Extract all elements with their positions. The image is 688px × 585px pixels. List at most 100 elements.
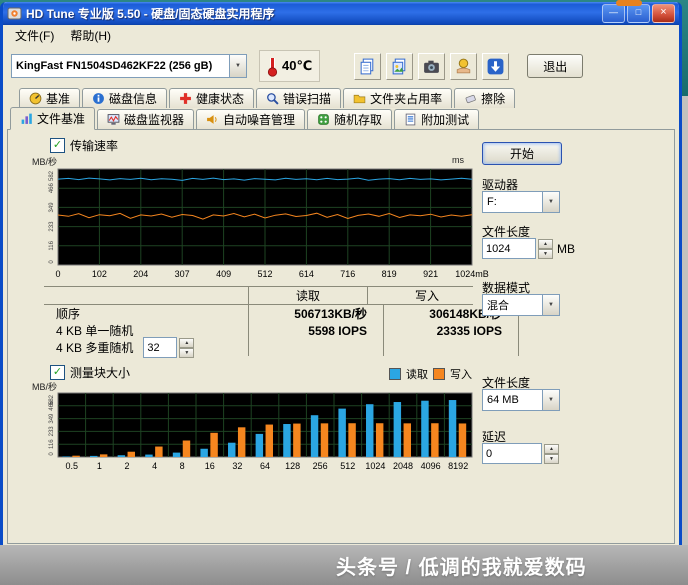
tab-row-1: 基准 磁盘信息 健康状态 错误扫描 文件夹占用率 擦除 <box>3 87 679 108</box>
chevron-down-icon[interactable]: ▼ <box>229 55 246 77</box>
tab-benchmark[interactable]: 基准 <box>19 88 81 108</box>
update-download-button[interactable] <box>482 52 510 80</box>
y-axis-unit-label: MB/秒 <box>32 157 58 167</box>
read-column-header: 读取 <box>248 287 367 304</box>
minimize-button[interactable]: — <box>602 4 625 23</box>
transfer-rate-chart: 0116233349466582 <box>49 168 473 266</box>
close-button[interactable]: × <box>652 4 675 23</box>
tab-folder-usage[interactable]: 文件夹占用率 <box>343 88 453 108</box>
svg-text:466: 466 <box>49 182 55 193</box>
exit-button[interactable]: 退出 <box>527 54 584 78</box>
write-column-header: 写入 <box>367 287 487 304</box>
queue-depth-input[interactable] <box>143 337 178 358</box>
spinner-down-icon[interactable]: ▼ <box>538 249 553 259</box>
disk-monitor-icon <box>107 114 120 125</box>
tab-erase[interactable]: 擦除 <box>454 88 516 108</box>
right-axis-unit-label: ms <box>452 155 464 165</box>
dice-icon <box>318 114 329 125</box>
file-length-unit: MB <box>557 241 575 256</box>
write-legend-label: 写入 <box>450 369 472 381</box>
download-arrow-icon <box>487 58 504 74</box>
delay-spinner[interactable]: ▲ ▼ <box>482 443 559 464</box>
block-size-checkbox[interactable]: ✓ 测量块大小 <box>50 364 130 381</box>
checklist-icon <box>405 113 416 126</box>
tab-file-benchmark[interactable]: 文件基准 <box>10 107 96 130</box>
table-row: 顺序 506713KB/秒 306148KB/秒 <box>44 305 519 322</box>
health-cross-icon <box>180 93 191 104</box>
drive-select-value: KingFast FN1504SD462KF22 (256 gB) <box>16 60 213 72</box>
svg-text:233: 233 <box>49 426 55 437</box>
chart-legend: 读取 写入 <box>308 366 472 382</box>
drive-dropdown[interactable]: F: ▼ <box>482 191 560 213</box>
watermark-bar: 头条号 / 低调的我就爱数码 <box>0 545 688 585</box>
screenshot-button[interactable] <box>418 52 446 80</box>
copy-image-button[interactable] <box>386 52 414 80</box>
camera-icon <box>424 60 440 73</box>
read-legend-swatch <box>389 368 401 380</box>
copy-pages-icon <box>360 58 374 74</box>
tab-disk-monitor[interactable]: 磁盘监视器 <box>97 109 195 129</box>
chevron-down-icon[interactable]: ▼ <box>542 192 559 212</box>
start-button[interactable]: 开始 <box>482 142 562 165</box>
spinner-down-icon[interactable]: ▼ <box>544 454 559 464</box>
eraser-icon <box>465 94 476 104</box>
svg-text:349: 349 <box>49 202 55 213</box>
file-length-spinner[interactable]: ▲ ▼ MB <box>482 238 575 259</box>
transfer-rate-checkbox[interactable]: ✓ 传输速率 <box>50 137 118 154</box>
menubar: 文件(F) 帮助(H) <box>3 25 679 45</box>
copy-text-button[interactable] <box>354 52 382 80</box>
titlebar: HD Tune 专业版 5.50 - 硬盘/固态硬盘实用程序 — □ × <box>3 2 679 25</box>
svg-text:0: 0 <box>49 260 55 264</box>
thermometer-icon <box>267 58 278 77</box>
check-icon: ✓ <box>50 138 65 153</box>
spinner-down-icon[interactable]: ▼ <box>179 348 195 358</box>
toolbar: KingFast FN1504SD462KF22 (256 gB) ▼ 40℃ <box>3 45 679 87</box>
tab-aam[interactable]: 自动噪音管理 <box>196 109 306 129</box>
svg-text:582: 582 <box>49 394 55 405</box>
menu-help[interactable]: 帮助(H) <box>62 25 119 46</box>
drive-select[interactable]: KingFast FN1504SD462KF22 (256 gB) ▼ <box>11 54 247 78</box>
svg-text:0: 0 <box>49 452 55 456</box>
transfer-rate-chart-xticks: 0 102 204 307 409 512 614 716 819 921 1024mB <box>55 269 489 279</box>
table-row: 4 KB 多重随机 ▲ ▼ <box>44 337 519 358</box>
chevron-down-icon[interactable]: ▼ <box>542 390 559 410</box>
donate-button[interactable] <box>450 52 478 80</box>
tab-health[interactable]: 健康状态 <box>169 88 255 108</box>
file-length-input[interactable] <box>482 238 536 259</box>
delay-input[interactable] <box>482 443 542 464</box>
svg-text:116: 116 <box>49 439 55 449</box>
temperature-value: 40℃ <box>282 58 313 73</box>
tab-random-access[interactable]: 随机存取 <box>307 109 393 129</box>
svg-text:582: 582 <box>49 170 55 181</box>
app-icon <box>7 7 22 20</box>
disk-info-icon <box>93 93 104 104</box>
results-table: 读取 写入 顺序 506713KB/秒 306148KB/秒 4 KB 单一随机… <box>44 286 519 358</box>
data-mode-dropdown[interactable]: 混合 ▼ <box>482 294 560 316</box>
read-legend-label: 读取 <box>406 369 428 381</box>
hand-coin-icon <box>457 58 471 73</box>
tab-disk-info[interactable]: 磁盘信息 <box>82 88 168 108</box>
block-file-length-dropdown[interactable]: 64 MB ▼ <box>482 389 560 411</box>
spinner-up-icon[interactable]: ▲ <box>179 338 195 348</box>
desktop-icon-fragment <box>616 0 642 6</box>
benchmark-icon <box>29 92 42 105</box>
app-window: HD Tune 专业版 5.50 - 硬盘/固态硬盘实用程序 — □ × 文件(… <box>0 2 682 551</box>
folder-icon <box>353 94 366 104</box>
copy-image-icon <box>392 58 406 74</box>
maximize-button[interactable]: □ <box>627 4 650 23</box>
table-row: 4 KB 单一随机 5598 IOPS 23335 IOPS <box>44 322 519 339</box>
svg-text:116: 116 <box>49 240 55 250</box>
chevron-down-icon[interactable]: ▼ <box>542 295 559 315</box>
magnifier-icon <box>267 93 279 105</box>
menu-file[interactable]: 文件(F) <box>7 25 62 46</box>
tab-error-scan[interactable]: 错误扫描 <box>256 88 342 108</box>
write-legend-swatch <box>433 368 445 380</box>
svg-text:233: 233 <box>49 221 55 232</box>
spinner-up-icon[interactable]: ▲ <box>544 444 559 454</box>
watermark-text: 头条号 / 低调的我就爱数码 <box>336 556 587 579</box>
spinner-up-icon[interactable]: ▲ <box>538 239 553 249</box>
queue-depth-spinner[interactable]: ▲ ▼ <box>143 337 195 358</box>
toolbar-buttons <box>354 52 510 80</box>
tab-extra-tests[interactable]: 附加测试 <box>394 109 480 129</box>
tab-row-2: 文件基准 磁盘监视器 自动噪音管理 随机存取 附加测试 <box>3 107 679 130</box>
